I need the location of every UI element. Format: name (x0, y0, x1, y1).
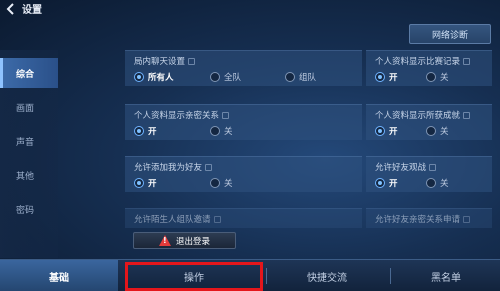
info-icon[interactable] (463, 58, 471, 65)
setting-label: 局内聊天设置 (134, 55, 196, 67)
achievements-card: 个人资料显示所获成就 开 关 (366, 104, 492, 140)
tab-basic[interactable]: 基础 (0, 260, 118, 291)
sidebar-item-general[interactable]: 综合 (0, 58, 58, 88)
radio-selected-icon (134, 178, 144, 188)
warning-icon (158, 235, 171, 246)
stranger-invite-card: 允许陌生人组队邀请 (125, 208, 362, 228)
top-bar: 设置 (0, 0, 500, 20)
add-friend-on[interactable]: 开 (134, 177, 157, 189)
page-title: 设置 (22, 5, 42, 16)
match-record-card: 个人资料显示比赛记录 开 关 (366, 50, 492, 86)
radio-icon (426, 126, 436, 136)
tab-divider (266, 268, 267, 284)
achievements-off[interactable]: 关 (426, 125, 449, 137)
info-icon[interactable] (463, 112, 471, 119)
info-icon[interactable] (429, 164, 437, 171)
setting-label: 允许添加我为好友 (134, 161, 213, 173)
intimacy-on[interactable]: 开 (134, 125, 157, 137)
radio-selected-icon (375, 72, 385, 82)
radio-icon (210, 126, 220, 136)
logout-label: 退出登录 (175, 236, 210, 247)
add-friend-off[interactable]: 关 (210, 177, 233, 189)
setting-label: 允许好友亲密关系申请 (375, 213, 471, 225)
info-icon[interactable] (213, 216, 221, 223)
achievements-on[interactable]: 开 (375, 125, 398, 137)
radio-selected-icon (134, 72, 144, 82)
radio-selected-icon (134, 126, 144, 136)
sidebar-item-other[interactable]: 其他 (0, 160, 58, 190)
back-button[interactable] (2, 0, 20, 18)
intimacy-card: 个人资料显示亲密关系 开 关 (125, 104, 362, 140)
radio-icon (285, 72, 295, 82)
spectate-on[interactable]: 开 (375, 177, 398, 189)
tab-divider (390, 268, 391, 284)
chat-option-party[interactable]: 组队 (285, 71, 316, 83)
tab-quick-chat[interactable]: 快捷交流 (268, 260, 386, 291)
radio-selected-icon (375, 178, 385, 188)
info-icon[interactable] (205, 164, 213, 171)
spectate-off[interactable]: 关 (426, 177, 449, 189)
info-icon[interactable] (188, 58, 196, 65)
radio-icon (426, 72, 436, 82)
setting-label: 允许好友观战 (375, 161, 437, 173)
chat-option-all[interactable]: 所有人 (134, 71, 174, 83)
highlight-annotation-box (125, 262, 263, 291)
network-diagnosis-button[interactable]: 网络诊断 (409, 24, 491, 44)
intimacy-off[interactable]: 关 (210, 125, 233, 137)
setting-label: 个人资料显示比赛记录 (375, 55, 471, 67)
chat-option-team[interactable]: 全队 (210, 71, 241, 83)
info-icon[interactable] (222, 112, 230, 119)
sidebar-item-password[interactable]: 密码 (0, 194, 58, 224)
chat-setting-card: 局内聊天设置 所有人 全队 组队 (125, 50, 362, 86)
match-record-off[interactable]: 关 (426, 71, 449, 83)
sidebar: 综合 画面 声音 其他 密码 (0, 50, 58, 258)
info-icon[interactable] (463, 216, 471, 223)
match-record-on[interactable]: 开 (375, 71, 398, 83)
intimacy-request-card: 允许好友亲密关系申请 (366, 208, 492, 228)
sidebar-item-sound[interactable]: 声音 (0, 126, 58, 156)
radio-selected-icon (375, 126, 385, 136)
add-friend-card: 允许添加我为好友 开 关 (125, 156, 362, 192)
logout-button[interactable]: 退出登录 (133, 232, 236, 249)
tab-blacklist[interactable]: 黑名单 (392, 260, 500, 291)
setting-label: 个人资料显示亲密关系 (134, 109, 230, 121)
spectate-card: 允许好友观战 开 关 (366, 156, 492, 192)
radio-icon (210, 72, 220, 82)
sidebar-item-graphics[interactable]: 画面 (0, 92, 58, 122)
setting-label: 允许陌生人组队邀请 (134, 213, 221, 225)
back-arrow-icon (6, 3, 14, 15)
radio-icon (210, 178, 220, 188)
setting-label: 个人资料显示所获成就 (375, 109, 471, 121)
radio-icon (426, 178, 436, 188)
